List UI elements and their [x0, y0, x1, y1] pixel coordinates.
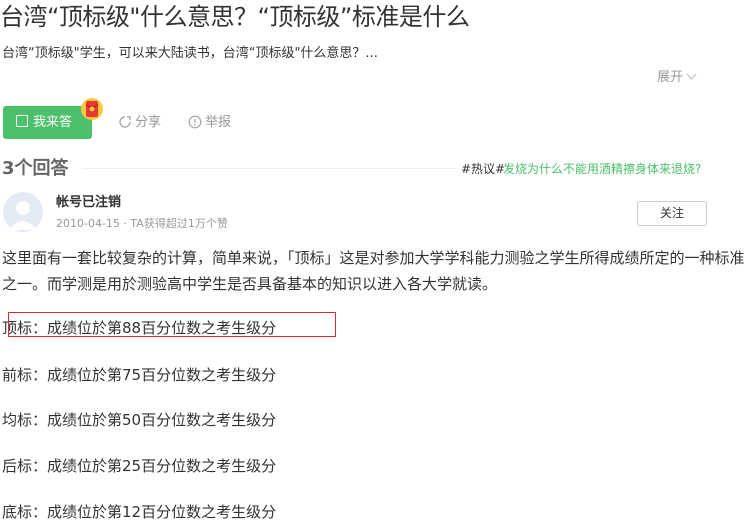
grade-line: 底标：成绩位於第12百分位数之考生级分: [2, 503, 277, 521]
question-description: 台湾“顶标级"学生，可以来大陆读书，台湾“顶标级"什么意思？...: [2, 46, 378, 61]
avatar[interactable]: [3, 192, 43, 232]
pen-square-icon: [16, 115, 28, 127]
answer-paragraph: 这里面有一套比较复杂的计算，简单来说，「顶标」这是对参加大学学科能力测验之学生所…: [2, 249, 745, 293]
follow-button[interactable]: 关注: [637, 201, 707, 226]
header-divider: [82, 168, 456, 169]
expand-label: 展开: [657, 70, 684, 85]
share-label: 分享: [135, 115, 162, 130]
share-icon: [119, 116, 131, 128]
chevron-down-icon: [686, 69, 697, 80]
grade-line: 均标：成绩位於第50百分位数之考生级分: [2, 411, 277, 429]
hot-topic-link[interactable]: 发烧为什么不能用酒精擦身体来退烧?: [503, 160, 701, 178]
grade-line: 前标：成绩位於第75百分位数之考生级分: [2, 366, 277, 384]
answer-username[interactable]: 帐号已注销: [56, 194, 121, 212]
grade-line: 后标：成绩位於第25百分位数之考生级分: [2, 457, 277, 475]
answer-button[interactable]: 我来答: [3, 106, 92, 139]
default-avatar-icon: [3, 192, 43, 232]
report-icon: [188, 115, 202, 129]
share-action[interactable]: 分享: [118, 114, 161, 132]
hot-topic-tag: #热议#: [461, 162, 506, 176]
answer-meta: 2010-04-15 · TA获得超过1万个赞: [56, 216, 228, 232]
answer-date: 2010-04-15: [56, 217, 120, 230]
report-label: 举报: [205, 115, 232, 130]
question-title: 台湾“顶标级"什么意思？“顶标级”标准是什么: [0, 3, 470, 31]
answers-count: 3个回答: [2, 158, 69, 179]
highlight-annotation-box: [8, 312, 336, 337]
expand-link[interactable]: 展开: [657, 68, 697, 88]
red-envelope-icon[interactable]: [80, 97, 104, 121]
report-action[interactable]: 举报: [188, 114, 231, 132]
answer-button-label: 我来答: [33, 115, 73, 130]
answer-likes: · TA获得超过1万个赞: [123, 217, 228, 230]
